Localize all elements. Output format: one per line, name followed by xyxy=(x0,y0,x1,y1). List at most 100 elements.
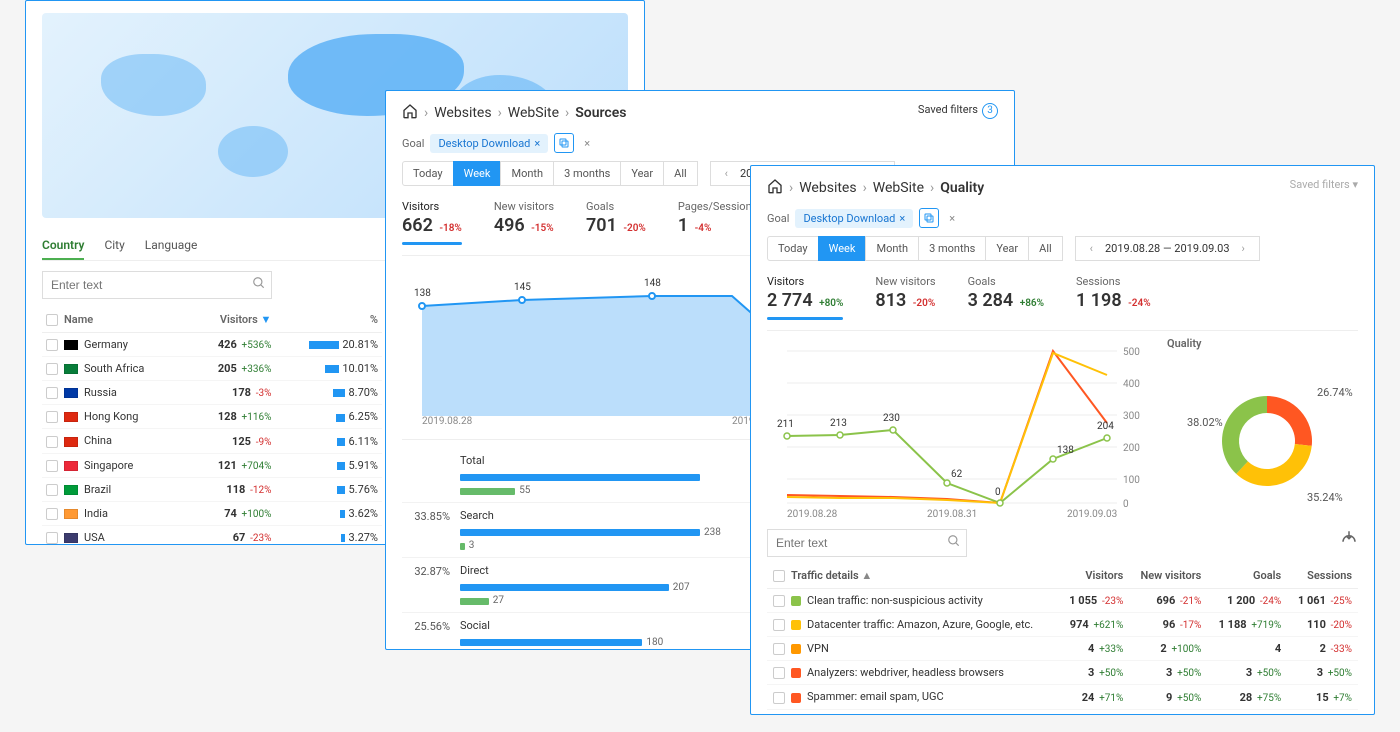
table-row[interactable]: VPN 4 +33%2 +100%42 -33% xyxy=(767,637,1358,661)
goal-chip[interactable]: Desktop Download× xyxy=(430,134,548,153)
table-row[interactable]: Brazil 118 -12% 5.76% xyxy=(42,477,382,501)
copy-filter-button[interactable] xyxy=(919,208,939,228)
saved-filters-button[interactable]: Saved filters3 xyxy=(918,103,998,119)
row-checkbox[interactable] xyxy=(46,484,58,496)
range-3months[interactable]: 3 months xyxy=(918,236,986,261)
breadcrumb-current: Sources xyxy=(575,105,626,121)
range-today[interactable]: Today xyxy=(767,236,819,261)
range-week[interactable]: Week xyxy=(453,161,502,186)
quality-line-chart[interactable]: 500400 300200 1000 211213 23062 0138 204… xyxy=(767,331,1147,521)
select-all-checkbox[interactable] xyxy=(773,570,785,582)
range-year[interactable]: Year xyxy=(985,236,1029,261)
col-visitors[interactable]: Visitors xyxy=(220,313,258,326)
svg-text:2019.08.31: 2019.08.31 xyxy=(927,509,977,520)
row-checkbox[interactable] xyxy=(773,643,785,655)
tab-city[interactable]: City xyxy=(104,230,124,260)
home-icon[interactable] xyxy=(402,103,418,123)
range-3months[interactable]: 3 months xyxy=(553,161,621,186)
select-all-checkbox[interactable] xyxy=(46,314,58,326)
tab-language[interactable]: Language xyxy=(145,230,198,260)
range-year[interactable]: Year xyxy=(620,161,664,186)
metric-sessions[interactable]: Sessions1 198 -24% xyxy=(1076,275,1151,320)
remove-chip-icon[interactable]: × xyxy=(534,137,540,150)
quality-donut-chart[interactable]: Quality 26.74%35.24%38.02% xyxy=(1167,337,1357,519)
quality-panel: Saved filters ▾ ›Websites ›WebSite ›Qual… xyxy=(750,165,1375,715)
country-search-input[interactable] xyxy=(42,271,272,299)
svg-text:2019.08.28: 2019.08.28 xyxy=(422,416,473,426)
table-row[interactable]: USA 67 -23% 3.27% xyxy=(42,525,382,545)
metric-newvisitors[interactable]: New visitors496 -15% xyxy=(494,200,554,245)
breadcrumb-item[interactable]: WebSite xyxy=(508,105,559,121)
range-month[interactable]: Month xyxy=(500,161,554,186)
breadcrumb-item[interactable]: Websites xyxy=(799,180,856,196)
svg-text:211: 211 xyxy=(777,419,794,430)
range-all[interactable]: All xyxy=(663,161,698,186)
svg-text:2019.09.03: 2019.09.03 xyxy=(1067,509,1117,520)
svg-text:300: 300 xyxy=(1123,411,1140,422)
saved-filters-button[interactable]: Saved filters ▾ xyxy=(1290,178,1358,191)
traffic-search-input[interactable] xyxy=(767,529,967,557)
row-checkbox[interactable] xyxy=(46,411,58,423)
home-icon[interactable] xyxy=(767,178,783,198)
metric-pagessession[interactable]: Pages/Session1 -4% xyxy=(678,200,752,245)
range-today[interactable]: Today xyxy=(402,161,454,186)
range-week[interactable]: Week xyxy=(818,236,867,261)
table-row[interactable]: Hong Kong 128 +116% 6.25% xyxy=(42,405,382,429)
copy-filter-button[interactable] xyxy=(554,133,574,153)
svg-text:62: 62 xyxy=(951,469,963,480)
svg-text:38.02%: 38.02% xyxy=(1187,416,1223,429)
row-checkbox[interactable] xyxy=(46,460,58,472)
metric-goals[interactable]: Goals3 284 +86% xyxy=(968,275,1044,320)
row-checkbox[interactable] xyxy=(46,508,58,520)
remove-chip-icon[interactable]: × xyxy=(899,212,905,225)
traffic-details-table: Traffic details ▲ Visitors New visitors … xyxy=(767,563,1358,715)
range-all[interactable]: All xyxy=(1028,236,1063,261)
metric-visitors[interactable]: Visitors662 -18% xyxy=(402,200,462,245)
row-checkbox[interactable] xyxy=(46,363,58,375)
table-row[interactable]: Clean traffic: non-suspicious activity 1… xyxy=(767,589,1358,613)
row-checkbox[interactable] xyxy=(46,436,58,448)
table-row[interactable]: India 74 +100% 3.62% xyxy=(42,501,382,525)
col-pct[interactable]: % xyxy=(275,307,382,333)
row-checkbox[interactable] xyxy=(46,387,58,399)
row-checkbox[interactable] xyxy=(46,532,58,544)
svg-text:200: 200 xyxy=(1123,443,1140,454)
table-row[interactable]: China 125 -9% 6.11% xyxy=(42,429,382,453)
breadcrumb: ›Websites ›WebSite ›Sources xyxy=(402,103,918,123)
table-row[interactable]: Spammer: email spam, UGC 24 +71%9 +50%28… xyxy=(767,685,1358,709)
range-month[interactable]: Month xyxy=(865,236,919,261)
svg-text:2019.08.28: 2019.08.28 xyxy=(787,509,838,520)
row-checkbox[interactable] xyxy=(773,619,785,631)
row-checkbox[interactable] xyxy=(773,667,785,679)
search-icon xyxy=(252,276,266,293)
row-checkbox[interactable] xyxy=(773,595,785,607)
svg-text:230: 230 xyxy=(883,413,900,424)
table-row[interactable]: Datacenter traffic: Amazon, Azure, Googl… xyxy=(767,613,1358,637)
metric-goals[interactable]: Goals701 -20% xyxy=(586,200,646,245)
clear-filters-icon[interactable]: × xyxy=(945,212,959,225)
table-row[interactable]: Germany 426 +536% 20.81% xyxy=(42,333,382,357)
svg-text:400: 400 xyxy=(1123,379,1140,390)
breadcrumb: ›Websites ›WebSite ›Quality xyxy=(767,178,1290,198)
prev-range-icon[interactable]: ‹ xyxy=(721,167,732,180)
svg-text:0: 0 xyxy=(995,487,1001,498)
breadcrumb-item[interactable]: Websites xyxy=(434,105,491,121)
table-row[interactable]: South Africa 205 +336% 10.01% xyxy=(42,357,382,381)
row-checkbox[interactable] xyxy=(46,339,58,351)
clear-filters-icon[interactable]: × xyxy=(580,137,594,150)
table-row[interactable]: Analyzers: webdriver, headless browsers … xyxy=(767,661,1358,685)
prev-range-icon[interactable]: ‹ xyxy=(1086,242,1097,255)
table-row[interactable]: Attacker: SSH, Bruteforce, DDoS 5 +150%3… xyxy=(767,709,1358,715)
table-row[interactable]: Singapore 121 +704% 5.91% xyxy=(42,453,382,477)
svg-text:26.74%: 26.74% xyxy=(1317,386,1353,399)
row-checkbox[interactable] xyxy=(773,692,785,704)
tab-country[interactable]: Country xyxy=(42,230,84,260)
metric-newvisitors[interactable]: New visitors813 -20% xyxy=(875,275,935,320)
date-range-picker[interactable]: ‹2019.08.28 — 2019.09.03› xyxy=(1075,236,1260,261)
metric-visitors[interactable]: Visitors2 774 +80% xyxy=(767,275,843,320)
next-range-icon[interactable]: › xyxy=(1238,242,1249,255)
goal-chip[interactable]: Desktop Download× xyxy=(795,209,913,228)
table-row[interactable]: Russia 178 -3% 8.70% xyxy=(42,381,382,405)
goal-label: Goal xyxy=(767,212,789,225)
breadcrumb-item[interactable]: WebSite xyxy=(873,180,924,196)
